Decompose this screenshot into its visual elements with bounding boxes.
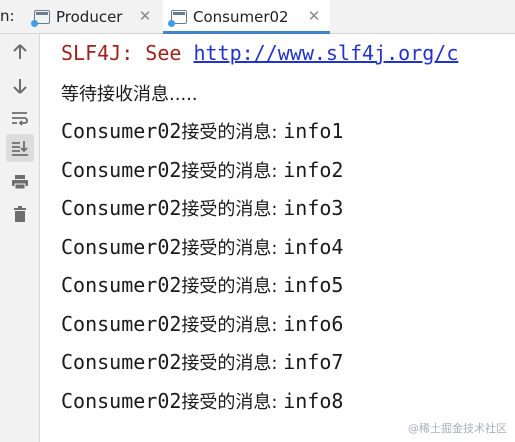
close-icon[interactable]: ✕ xyxy=(137,8,153,24)
message-label: 接受的消息: xyxy=(181,276,284,297)
message-value: info5 xyxy=(283,273,344,297)
message-source: Consumer02 xyxy=(61,196,182,220)
message-value: info2 xyxy=(283,158,344,182)
message-source: Consumer02 xyxy=(61,119,182,143)
message-value: info1 xyxy=(283,119,344,143)
message-source: Consumer02 xyxy=(61,273,182,297)
run-console-icon xyxy=(31,9,50,27)
message-label: 接受的消息: xyxy=(181,315,284,336)
tab-prefix: n: xyxy=(0,7,15,25)
console-toolbar xyxy=(0,34,40,442)
message-value: info7 xyxy=(283,350,344,374)
waiting-text: 等待接收消息..... xyxy=(61,84,198,105)
message-line: Consumer02接受的消息: info6 xyxy=(61,310,343,338)
message-label: 接受的消息: xyxy=(181,122,284,143)
message-source: Consumer02 xyxy=(61,312,182,336)
run-console-icon xyxy=(168,9,187,27)
scroll-to-end-icon[interactable] xyxy=(6,134,34,162)
console-output[interactable]: SLF4J: See http://www.slf4j.org/c 等待接收消息… xyxy=(40,34,515,442)
tab-label: Consumer02 xyxy=(193,7,289,26)
up-arrow-icon[interactable] xyxy=(6,38,34,66)
message-label: 接受的消息: xyxy=(181,199,284,220)
trash-icon[interactable] xyxy=(6,200,34,228)
down-arrow-icon[interactable] xyxy=(6,72,34,100)
slf4j-warning-line: SLF4J: See http://www.slf4j.org/c xyxy=(61,39,458,67)
message-source: Consumer02 xyxy=(61,158,182,182)
soft-wrap-icon[interactable] xyxy=(6,104,34,132)
message-line: Consumer02接受的消息: info2 xyxy=(61,156,343,184)
slf4j-link[interactable]: http://www.slf4j.org/c xyxy=(193,41,458,65)
message-source: Consumer02 xyxy=(61,350,182,374)
message-value: info8 xyxy=(283,389,344,413)
message-label: 接受的消息: xyxy=(181,353,284,374)
message-source: Consumer02 xyxy=(61,235,182,259)
message-line: Consumer02接受的消息: info4 xyxy=(61,233,343,261)
message-line: Consumer02接受的消息: info5 xyxy=(61,271,343,299)
message-value: info3 xyxy=(283,196,344,220)
message-label: 接受的消息: xyxy=(181,392,284,413)
slf4j-warning-text: SLF4J: See xyxy=(61,41,194,65)
message-label: 接受的消息: xyxy=(181,238,284,259)
message-line: Consumer02接受的消息: info1 xyxy=(61,117,343,145)
tab-consumer02[interactable]: Consumer02 ✕ xyxy=(163,0,330,34)
tab-producer[interactable]: Producer ✕ xyxy=(26,0,161,33)
message-source: Consumer02 xyxy=(61,389,182,413)
close-icon[interactable]: ✕ xyxy=(306,8,322,24)
message-line: Consumer02接受的消息: info3 xyxy=(61,194,343,222)
message-value: info4 xyxy=(283,235,344,259)
message-value: info6 xyxy=(283,312,344,336)
print-icon[interactable] xyxy=(6,168,34,196)
watermark: @稀土掘金技术社区 xyxy=(408,422,507,435)
tab-label: Producer xyxy=(56,7,123,26)
message-label: 接受的消息: xyxy=(181,161,284,182)
waiting-line: 等待接收消息..... xyxy=(61,79,198,107)
message-line: Consumer02接受的消息: info8 xyxy=(61,387,343,415)
message-line: Consumer02接受的消息: info7 xyxy=(61,348,343,376)
tab-bar: n: Producer ✕ Consumer02 ✕ xyxy=(0,0,515,34)
